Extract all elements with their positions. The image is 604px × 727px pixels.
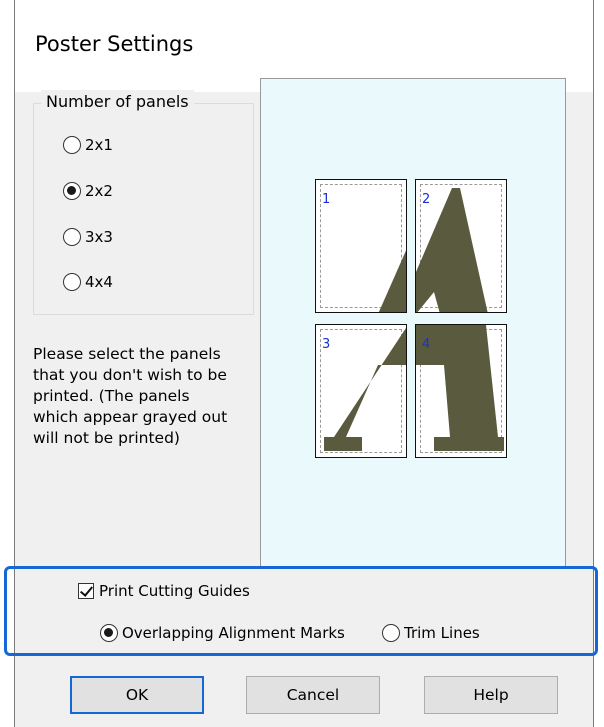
preview-panel-2[interactable]: 2	[415, 179, 507, 313]
preview-panel-3[interactable]: 3	[315, 324, 407, 458]
number-of-panels-legend: Number of panels	[41, 90, 194, 114]
radio-overlapping-alignment-marks[interactable]: Overlapping Alignment Marks	[100, 624, 345, 642]
panel-number: 1	[322, 192, 331, 207]
preview-panel-1[interactable]: 1	[315, 179, 407, 313]
radio-button-selected-icon[interactable]	[100, 624, 118, 642]
preview-panel-4[interactable]: 4	[415, 324, 507, 458]
radio-button-icon[interactable]	[63, 273, 81, 291]
ok-button[interactable]: OK	[70, 676, 204, 714]
print-cutting-guides-label: Print Cutting Guides	[99, 582, 250, 600]
panel-number: 3	[322, 337, 331, 352]
print-cutting-guides-checkbox[interactable]: Print Cutting Guides	[78, 582, 250, 600]
radio-panels-2x2[interactable]: 2x2	[63, 182, 113, 200]
radio-label: Trim Lines	[404, 624, 480, 642]
cutting-guides-highlight	[4, 566, 598, 656]
radio-button-selected-icon[interactable]	[63, 182, 81, 200]
radio-label: 2x1	[85, 136, 113, 154]
radio-label: 4x4	[85, 273, 113, 291]
radio-label: 3x3	[85, 228, 113, 246]
radio-label: 2x2	[85, 182, 113, 200]
cancel-button[interactable]: Cancel	[246, 676, 380, 714]
check-mark-icon	[79, 583, 94, 597]
panel-number: 4	[422, 337, 431, 352]
checkbox-checked-icon[interactable]	[78, 583, 94, 599]
radio-button-icon[interactable]	[63, 136, 81, 154]
radio-panels-2x1[interactable]: 2x1	[63, 136, 113, 154]
radio-button-icon[interactable]	[382, 624, 400, 642]
radio-button-icon[interactable]	[63, 228, 81, 246]
radio-label: Overlapping Alignment Marks	[122, 624, 345, 642]
radio-panels-4x4[interactable]: 4x4	[63, 273, 113, 291]
radio-trim-lines[interactable]: Trim Lines	[382, 624, 480, 642]
panel-number: 2	[422, 192, 431, 207]
help-button[interactable]: Help	[424, 676, 558, 714]
dialog-title: Poster Settings	[35, 32, 194, 56]
radio-panels-3x3[interactable]: 3x3	[63, 228, 113, 246]
instructions-text: Please select the panels that you don't …	[33, 345, 228, 447]
poster-preview-area: 1 2 3 4	[260, 78, 566, 568]
